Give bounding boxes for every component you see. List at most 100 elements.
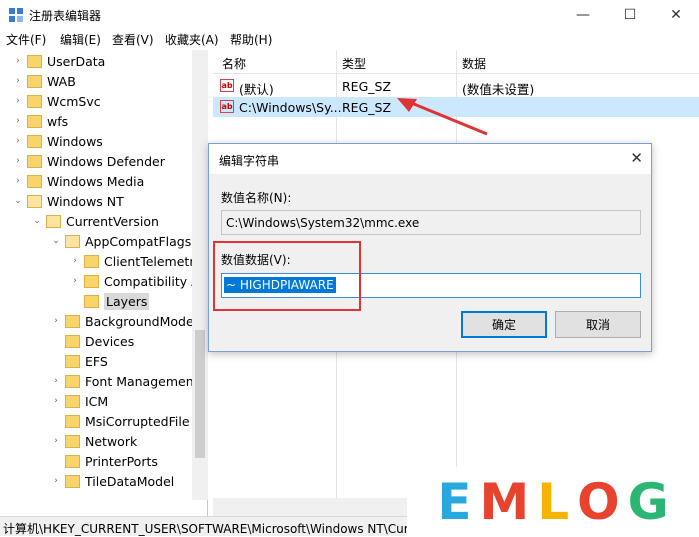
minimize-button[interactable]: — <box>560 0 606 29</box>
collapse-icon[interactable]: ⌄ <box>12 196 24 206</box>
folder-icon <box>65 354 80 368</box>
tree-scrollbar[interactable] <box>192 50 208 500</box>
menu-edit[interactable]: 编辑(E) <box>60 31 101 48</box>
expand-icon[interactable]: › <box>12 176 24 186</box>
folder-icon <box>84 254 99 268</box>
expand-icon[interactable]: › <box>12 116 24 126</box>
menu-help[interactable]: 帮助(H) <box>230 31 272 48</box>
expand-icon[interactable]: › <box>12 76 24 86</box>
column-data[interactable]: 数据 <box>462 55 486 72</box>
menu-bar: 文件(F) 编辑(E) 查看(V) 收藏夹(A) 帮助(H) <box>0 29 699 49</box>
string-value-icon: ab <box>220 79 234 92</box>
tree-item[interactable]: › Compatibility A <box>69 271 200 291</box>
tree-item[interactable]: EFS <box>50 351 108 371</box>
close-icon[interactable]: ✕ <box>630 149 643 167</box>
watermark-letter: L <box>537 472 570 531</box>
tree-item[interactable]: › WAB <box>12 71 76 91</box>
expand-icon[interactable]: › <box>50 316 62 326</box>
expand-icon[interactable]: › <box>69 276 81 286</box>
tree-item[interactable]: › wfs <box>12 111 68 131</box>
dialog-title: 编辑字符串 <box>219 154 280 168</box>
tree-item[interactable]: PrinterPorts <box>50 451 158 471</box>
expand-icon[interactable]: › <box>50 376 62 386</box>
column-type[interactable]: 类型 <box>342 55 366 72</box>
maximize-icon: ☐ <box>623 6 637 23</box>
close-button[interactable]: ✕ <box>653 0 699 29</box>
folder-icon <box>27 54 42 68</box>
title-bar: 注册表编辑器 — ☐ ✕ <box>0 0 699 29</box>
table-row[interactable]: ab (默认) REG_SZ (数值未设置) <box>213 76 699 97</box>
column-name[interactable]: 名称 <box>222 55 246 72</box>
maximize-button[interactable]: ☐ <box>607 0 653 29</box>
folder-icon <box>65 234 80 248</box>
tree-item[interactable]: › WcmSvc <box>12 91 100 111</box>
expand-icon[interactable]: › <box>12 136 24 146</box>
cancel-button[interactable]: 取消 <box>555 311 641 338</box>
registry-tree[interactable]: › UserData › WAB › WcmSvc › wfs › Windows › Wi… <box>0 50 208 516</box>
registry-path: 计算机\HKEY_CURRENT_USER\SOFTWARE\Microsoft… <box>3 522 409 536</box>
tree-item[interactable]: › Windows Media <box>12 171 144 191</box>
window-title: 注册表编辑器 <box>29 9 102 23</box>
registry-editor-icon <box>9 8 23 22</box>
folder-icon <box>27 94 42 108</box>
tree-item[interactable]: ⌄ Windows NT <box>12 191 124 211</box>
value-name-label: 数值名称(N): <box>221 191 292 205</box>
ok-button[interactable]: 确定 <box>461 311 547 338</box>
annotation-highlight-box <box>213 241 361 311</box>
folder-icon <box>27 74 42 88</box>
tree-item-selected[interactable]: Layers <box>69 291 150 311</box>
tree-item[interactable]: › Windows Defender <box>12 151 165 171</box>
expand-icon[interactable]: › <box>12 156 24 166</box>
minimize-icon: — <box>576 6 590 23</box>
tree-item[interactable]: ⌄ CurrentVersion <box>31 211 159 231</box>
close-icon: ✕ <box>670 6 682 23</box>
folder-icon <box>65 374 80 388</box>
collapse-icon[interactable]: ⌄ <box>31 216 43 226</box>
tree-item[interactable]: MsiCorruptedFile <box>50 411 190 431</box>
folder-icon <box>65 454 80 468</box>
expand-icon[interactable]: › <box>12 96 24 106</box>
watermark-letter: O <box>577 472 620 531</box>
folder-icon <box>65 314 80 328</box>
tree-item[interactable]: › BackgroundMode <box>50 311 193 331</box>
folder-icon <box>84 294 99 308</box>
folder-icon <box>46 214 61 228</box>
tree-item[interactable]: ⌄ AppCompatFlags <box>50 231 191 251</box>
tree-item[interactable]: › Network <box>50 431 137 451</box>
expand-icon[interactable]: › <box>50 396 62 406</box>
folder-icon <box>27 134 42 148</box>
menu-view[interactable]: 查看(V) <box>112 31 154 48</box>
watermark-letter: G <box>627 472 669 531</box>
annotation-arrow-icon <box>397 98 488 136</box>
folder-icon <box>65 434 80 448</box>
tree-item[interactable]: › Windows <box>12 131 103 151</box>
tree-item[interactable]: › TileDataModel <box>50 471 174 491</box>
folder-icon <box>27 154 42 168</box>
expand-icon[interactable]: › <box>69 256 81 266</box>
folder-icon <box>27 174 42 188</box>
folder-icon <box>65 414 80 428</box>
folder-icon <box>27 194 42 208</box>
tree-item[interactable]: › ICM <box>50 391 108 411</box>
string-value-icon: ab <box>220 100 234 113</box>
expand-icon[interactable]: › <box>12 56 24 66</box>
tree-item[interactable]: Devices <box>50 331 134 351</box>
folder-icon <box>27 114 42 128</box>
folder-icon <box>84 274 99 288</box>
scrollbar-thumb[interactable] <box>195 330 205 458</box>
menu-favorites[interactable]: 收藏夹(A) <box>165 31 219 48</box>
tree-item[interactable]: › ClientTelemetr <box>69 251 194 271</box>
dialog-title-bar: 编辑字符串 ✕ <box>209 144 651 174</box>
folder-icon <box>65 334 80 348</box>
expand-icon[interactable]: › <box>50 476 62 486</box>
expand-icon[interactable]: › <box>50 436 62 446</box>
tree-item[interactable]: › Font Management <box>50 371 198 391</box>
emlog-watermark: E M L O G <box>407 467 699 536</box>
folder-icon <box>65 474 80 488</box>
watermark-letter: E <box>437 472 472 531</box>
watermark-letter: M <box>479 472 530 531</box>
tree-item[interactable]: › UserData <box>12 51 105 71</box>
value-name-field: C:\Windows\System32\mmc.exe <box>221 210 641 235</box>
collapse-icon[interactable]: ⌄ <box>50 236 62 246</box>
menu-file[interactable]: 文件(F) <box>6 31 46 48</box>
